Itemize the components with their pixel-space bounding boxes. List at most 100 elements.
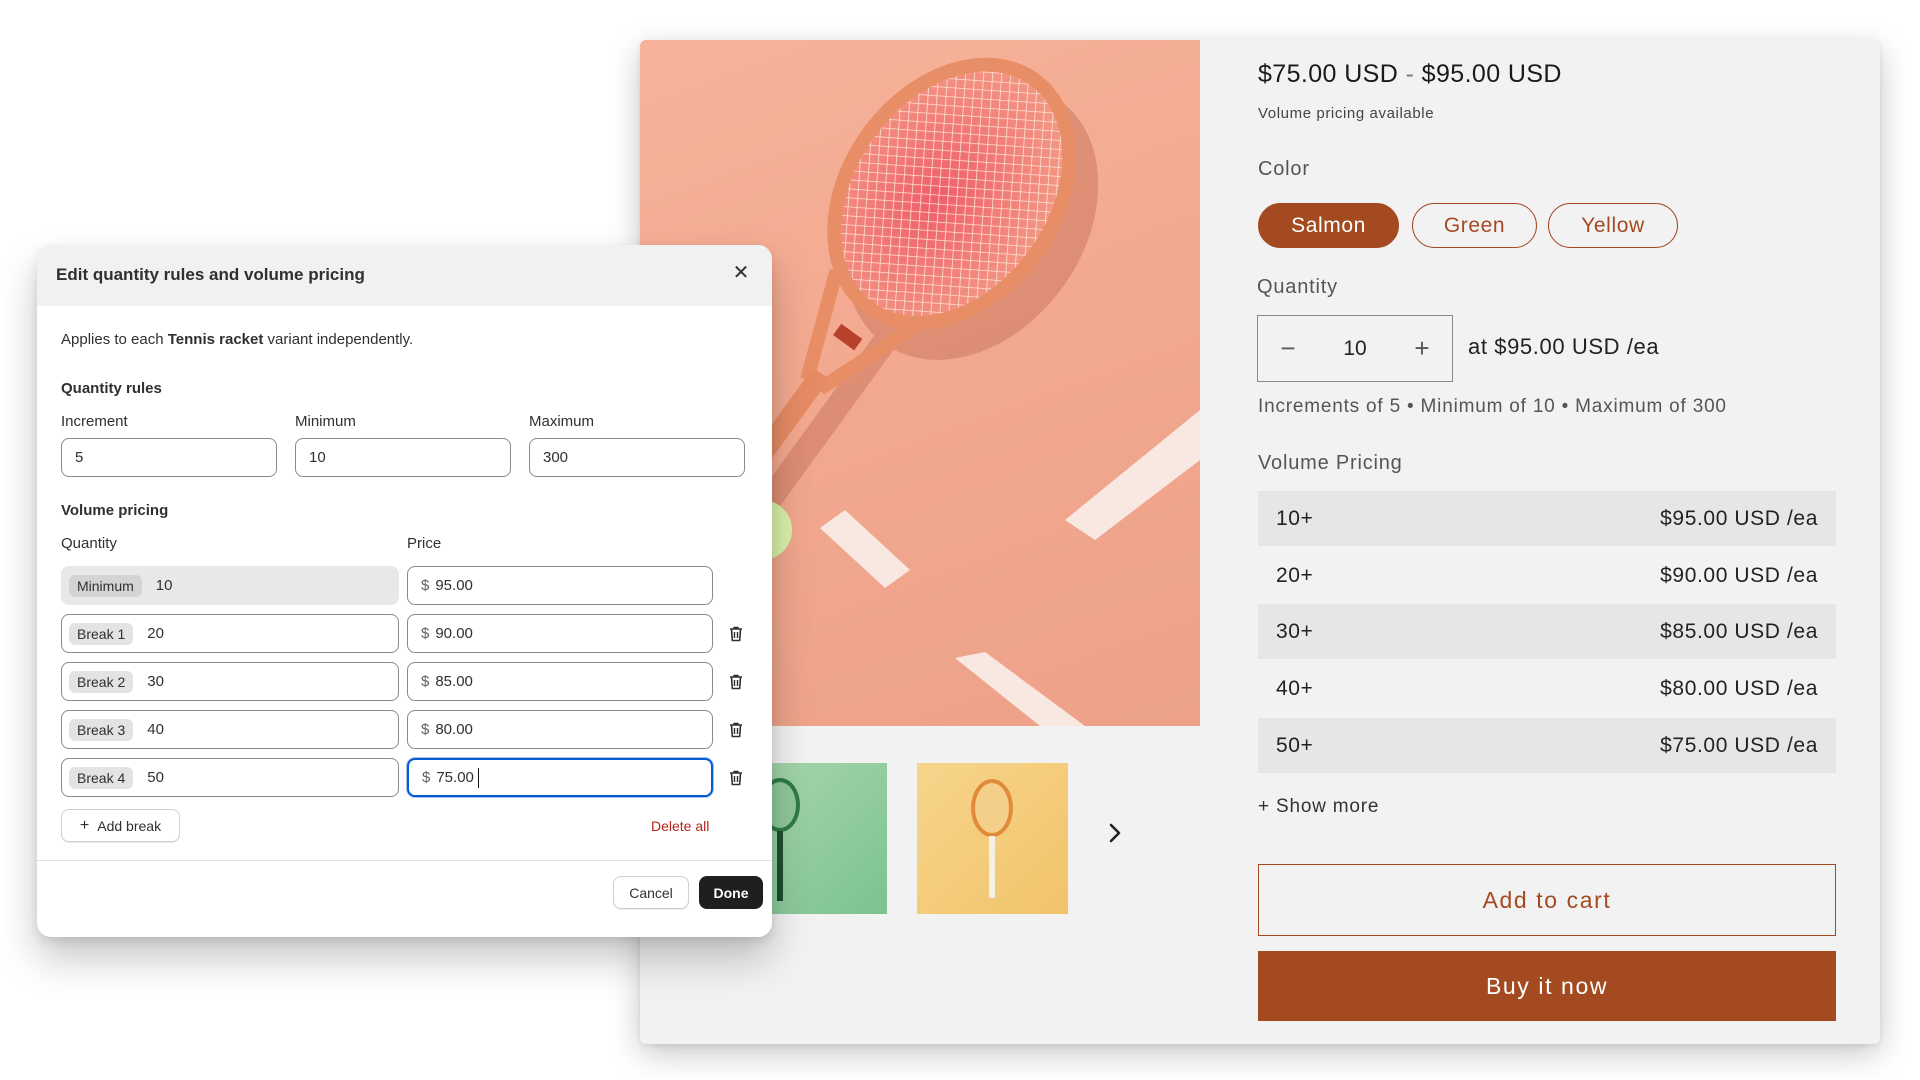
break-quantity: 30 [147,673,164,690]
currency-symbol: $ [421,625,430,642]
yellow-racket-thumbnail[interactable] [917,763,1068,914]
minimum-chip: Minimum [69,574,142,597]
break-1-price-input[interactable]: $ 90.00 [407,614,713,653]
tier-quantity: 30+ [1276,619,1314,643]
break-4-quantity-input[interactable]: Break 4 50 [61,758,399,797]
modal-footer-divider [37,860,772,861]
color-label: Color [1258,158,1310,180]
price-column-header: Price [407,535,442,552]
volume-pricing-label: Volume Pricing [1258,452,1403,474]
intro-suffix: variant independently. [263,331,414,348]
add-break-button[interactable]: + Add break [61,809,180,842]
text-cursor [477,767,480,788]
delete-all-button[interactable]: Delete all [651,818,709,834]
break-2-price-input[interactable]: $ 85.00 [407,662,713,701]
break-1-quantity-input[interactable]: Break 1 20 [61,614,399,653]
quantity-decrease-button[interactable]: − [1258,316,1318,381]
show-more-link[interactable]: + Show more [1258,796,1379,818]
quantity-column-header: Quantity [61,535,117,552]
increment-value: 5 [75,449,84,466]
currency-symbol: $ [421,577,430,594]
intro-prefix: Applies to each [61,331,168,348]
break-3-quantity-input[interactable]: Break 3 40 [61,710,399,749]
maximum-value: 300 [543,449,569,466]
minimum-input[interactable]: 10 [295,438,511,477]
color-option-salmon[interactable]: Salmon [1258,203,1399,248]
break-chip: Break 2 [69,670,134,693]
tier-quantity: 10+ [1276,506,1314,530]
price-range: $75.00 USD - $95.00 USD [1258,60,1562,89]
trash-icon[interactable] [726,720,746,740]
minimum-value: 10 [309,449,326,466]
break-chip: Break 4 [69,766,134,789]
volume-tier-row: 30+ $85.00 USD /ea [1258,604,1836,659]
yellow-racket-image [971,779,1013,898]
quantity-increase-button[interactable]: + [1392,316,1452,381]
color-option-green[interactable]: Green [1412,203,1537,248]
quantity-stepper: − 10 + [1257,315,1453,382]
modal-title: Edit quantity rules and volume pricing [56,265,365,284]
tier-price: $75.00 USD /ea [1660,733,1818,757]
quantity-label: Quantity [1257,276,1338,298]
buy-it-now-button[interactable]: Buy it now [1258,951,1836,1021]
plus-icon: + [79,816,90,834]
intro-product-name: Tennis racket [167,331,264,348]
break-quantity: 40 [147,721,164,738]
quantity-value[interactable]: 10 [1318,337,1392,361]
break-4-price-input[interactable]: $ 75.00 [407,758,713,797]
break-quantity: 50 [147,769,164,786]
break-chip: Break 3 [69,718,134,741]
volume-tier-row: 20+ $90.00 USD /ea [1258,548,1836,603]
currency-symbol: $ [421,673,430,690]
break-chip: Break 1 [69,622,134,645]
currency-symbol: $ [421,721,430,738]
break-3-price-input[interactable]: $ 80.00 [407,710,713,749]
break-price: 90.00 [435,625,473,642]
currency-symbol: $ [422,769,431,786]
volume-tier-row: 40+ $80.00 USD /ea [1258,661,1836,716]
tier-quantity: 20+ [1276,563,1314,587]
minimum-quantity-field: Minimum 10 [61,566,399,605]
close-icon[interactable]: ✕ [730,262,752,284]
price-low: $75.00 USD [1258,60,1399,88]
minimum-label: Minimum [295,413,356,430]
break-quantity: 10 [155,577,173,594]
tier-price: $95.00 USD /ea [1660,506,1818,530]
maximum-input[interactable]: 300 [529,438,745,477]
break-price: 95.00 [435,577,473,594]
break-quantity: 20 [147,625,164,642]
minimum-price-input[interactable]: $ 95.00 [407,566,713,605]
price-high: $95.00 USD [1421,60,1562,88]
done-button[interactable]: Done [699,876,763,909]
add-break-label: Add break [97,817,162,834]
volume-tier-row: 50+ $75.00 USD /ea [1258,718,1836,773]
trash-icon[interactable] [726,624,746,644]
tier-price: $85.00 USD /ea [1660,619,1818,643]
trash-icon[interactable] [726,672,746,692]
unit-price: at $95.00 USD /ea [1468,334,1660,359]
tier-quantity: 40+ [1276,676,1314,700]
increment-label: Increment [61,413,128,430]
trash-icon[interactable] [726,768,746,788]
break-price: 80.00 [435,721,473,738]
color-option-yellow[interactable]: Yellow [1548,203,1678,248]
price-separator: - [1405,60,1415,88]
volume-tier-row: 10+ $95.00 USD /ea [1258,491,1836,546]
volume-pricing-note: Volume pricing available [1258,105,1435,122]
edit-quantity-rules-modal: Edit quantity rules and volume pricing ✕… [37,245,772,937]
maximum-label: Maximum [529,413,595,430]
add-to-cart-button[interactable]: Add to cart [1258,864,1836,936]
quantity-rules-summary: Increments of 5 • Minimum of 10 • Maximu… [1258,396,1727,417]
chevron-right-icon[interactable] [1103,821,1127,845]
cancel-button[interactable]: Cancel [613,876,689,909]
break-price: 85.00 [435,673,473,690]
break-price: 75.00 [436,769,474,786]
modal-intro: Applies to each Tennis racket variant in… [61,331,413,348]
volume-pricing-heading: Volume pricing [61,502,169,519]
break-2-quantity-input[interactable]: Break 2 30 [61,662,399,701]
increment-input[interactable]: 5 [61,438,277,477]
tier-price: $80.00 USD /ea [1660,676,1818,700]
tier-quantity: 50+ [1276,733,1314,757]
quantity-rules-heading: Quantity rules [61,380,162,397]
tier-price: $90.00 USD /ea [1660,563,1818,587]
